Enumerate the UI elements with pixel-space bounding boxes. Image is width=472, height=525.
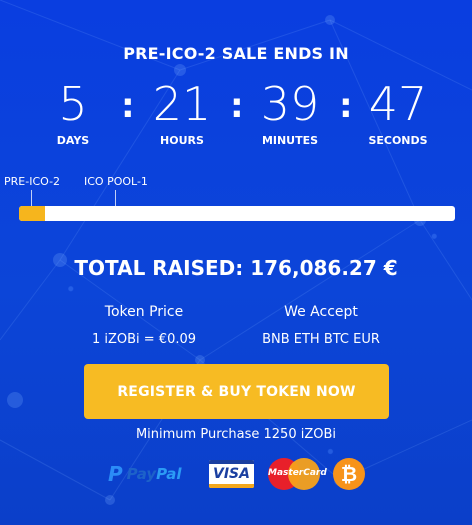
payment-methods: P PayPal VISA MasterCard ₿ (0, 456, 472, 492)
paypal-icon: P (108, 462, 123, 486)
minimum-purchase: Minimum Purchase 1250 iZOBi (135, 427, 337, 442)
stage-markers: PRE-ICO-2 ICO POOL-1 (0, 172, 472, 208)
seconds-label: SECONDS (368, 134, 428, 147)
paypal-logo: P PayPal (108, 460, 181, 488)
visa-logo: VISA (209, 460, 254, 488)
total-raised: TOTAL RAISED: 176,086.27 € (74, 256, 398, 280)
stage-tick (31, 190, 32, 206)
accept-title: We Accept (284, 304, 358, 320)
token-price-value: 1 iZOBi = €0.09 (91, 332, 197, 347)
presale-widget: PRE-ICO-2 SALE ENDS IN 5 DAYS : 21 HOURS… (0, 0, 472, 525)
token-price-title: Token Price (104, 304, 184, 320)
sale-heading: PRE-ICO-2 SALE ENDS IN (123, 44, 349, 63)
paypal-wordmark: PayPal (126, 465, 182, 483)
sale-progress-bar (19, 206, 455, 221)
stage-label-ico-pool-1: ICO POOL-1 (84, 175, 148, 188)
days-label: DAYS (56, 134, 90, 147)
countdown-days: 5 DAYS (28, 78, 118, 147)
stage-label-pre-ico-2: PRE-ICO-2 (4, 175, 61, 188)
stage-tick (115, 190, 116, 206)
register-buy-token-button[interactable]: REGISTER & BUY TOKEN NOW (84, 364, 389, 419)
countdown-hours: 21 HOURS (137, 78, 227, 147)
minutes-label: MINUTES (261, 134, 319, 147)
colon-separator: : (230, 86, 244, 126)
colon-separator: : (121, 86, 135, 126)
accepted-currencies: We Accept BNB ETH BTC EUR (231, 304, 411, 347)
countdown-seconds: 47 SECONDS (353, 78, 443, 147)
hours-value: 21 (152, 77, 212, 131)
seconds-value: 47 (368, 77, 428, 131)
minutes-value: 39 (260, 77, 320, 131)
countdown-minutes: 39 MINUTES (245, 78, 335, 147)
days-value: 5 (58, 77, 88, 131)
countdown: 5 DAYS : 21 HOURS : 39 MINUTES : 47 SECO… (0, 78, 472, 148)
colon-separator: : (339, 86, 353, 126)
hours-label: HOURS (160, 134, 204, 147)
sale-progress-fill (19, 206, 46, 221)
bitcoin-icon: ₿ (333, 458, 365, 490)
accept-value: BNB ETH BTC EUR (262, 332, 380, 347)
token-price: Token Price 1 iZOBi = €0.09 (54, 304, 234, 347)
mastercard-logo: MasterCard (268, 458, 327, 490)
